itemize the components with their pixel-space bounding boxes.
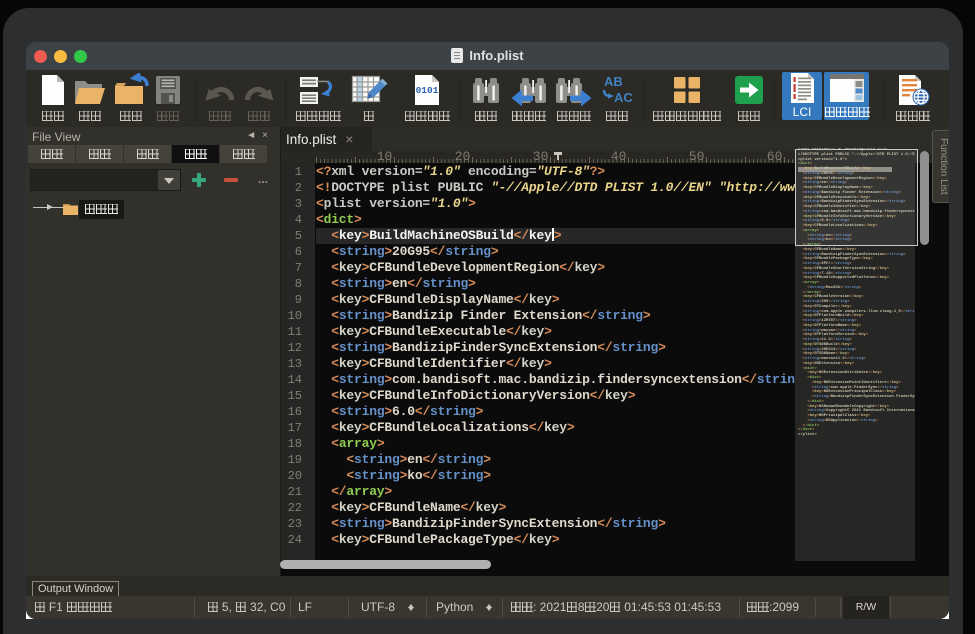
svg-text:AC: AC — [614, 90, 633, 105]
svg-text:AB: AB — [604, 74, 623, 89]
svg-text:0101: 0101 — [416, 85, 439, 96]
